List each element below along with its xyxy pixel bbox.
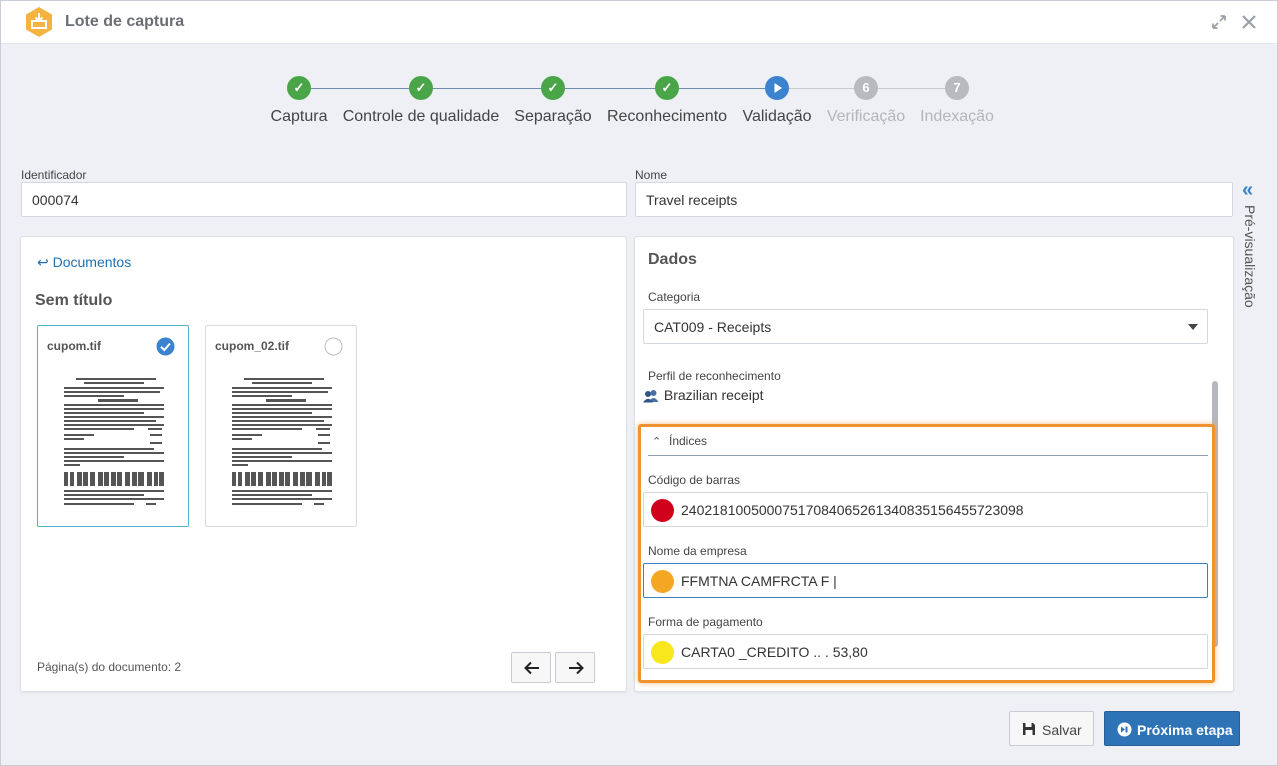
step-done-check-icon: ✓	[541, 76, 565, 100]
preview-toggle[interactable]: « Pré-visualização	[1239, 179, 1265, 319]
users-icon	[643, 390, 659, 403]
step-current-play-icon	[765, 76, 789, 100]
identificador-label: Identificador	[21, 168, 87, 182]
arrow-left-icon	[524, 661, 539, 675]
caret-down-icon	[1188, 324, 1198, 330]
progress-stepper: ✓ Captura ✓ Controle de qualidade ✓ Sepa…	[1, 75, 1277, 135]
next-step-button[interactable]: Próxima etapa	[1104, 711, 1240, 746]
inbox-tray-icon	[26, 7, 52, 37]
nome-label: Nome	[635, 168, 668, 182]
step-number: 6	[854, 76, 878, 100]
perfil-label: Perfil de reconhecimento	[648, 369, 781, 383]
step-label: Reconhecimento	[606, 108, 728, 125]
identificador-field[interactable]: 000074	[21, 182, 627, 217]
arrow-right-icon	[569, 661, 584, 675]
next-step-label: Próxima etapa	[1137, 722, 1233, 738]
step-label: Captura	[270, 108, 328, 125]
next-page-button[interactable]	[555, 652, 595, 683]
documents-panel: ↩ Documentos Sem título cupom.tif cupom_…	[20, 236, 627, 692]
nome-field[interactable]: Travel receipts	[635, 182, 1233, 217]
section-title: Sem título	[35, 292, 113, 309]
documents-link-label: Documentos	[52, 254, 132, 270]
categoria-select[interactable]: CAT009 - Receipts	[643, 309, 1208, 344]
step-done-check-icon: ✓	[409, 76, 433, 100]
page-count: Página(s) do documento: 2	[37, 660, 182, 674]
expand-icon[interactable]	[1210, 13, 1228, 31]
categoria-value: CAT009 - Receipts	[654, 319, 772, 335]
document-name: cupom.tif	[47, 339, 101, 353]
selected-check-icon[interactable]	[156, 337, 175, 356]
save-label: Salvar	[1042, 722, 1082, 738]
double-chevron-left-icon: «	[1242, 179, 1254, 201]
perfil-value: Brazilian receipt	[663, 387, 764, 403]
window-title: Lote de captura	[65, 13, 185, 30]
step-label: Verificação	[826, 108, 906, 125]
step-done-check-icon: ✓	[655, 76, 679, 100]
close-icon[interactable]	[1240, 13, 1258, 31]
preview-label: Pré-visualização	[1242, 205, 1258, 308]
document-name: cupom_02.tif	[215, 339, 290, 353]
capture-batch-window: Lote de captura ✓ Captura ✓ Controle de …	[0, 0, 1278, 766]
save-button[interactable]: Salvar	[1009, 711, 1094, 746]
document-card-cupom-02[interactable]: cupom_02.tif	[205, 325, 357, 527]
indices-highlight-frame	[638, 424, 1215, 683]
next-step-icon	[1117, 722, 1132, 737]
floppy-disk-icon	[1023, 723, 1035, 735]
data-panel-title: Dados	[648, 251, 697, 268]
stepper-line-done	[299, 88, 777, 89]
receipt-thumbnail	[232, 378, 332, 505]
step-label: Validação	[742, 108, 812, 125]
perfil-row: Brazilian receipt	[642, 387, 764, 403]
categoria-label: Categoria	[648, 290, 701, 304]
title-bar: Lote de captura	[1, 1, 1277, 44]
step-number: 7	[945, 76, 969, 100]
previous-page-button[interactable]	[511, 652, 551, 683]
document-card-cupom[interactable]: cupom.tif	[37, 325, 189, 527]
unselected-radio-icon[interactable]	[324, 337, 343, 356]
documents-back-link[interactable]: ↩ Documentos	[37, 254, 131, 271]
step-label: Separação	[514, 108, 592, 125]
receipt-thumbnail	[64, 378, 164, 505]
step-label: Controle de qualidade	[342, 108, 500, 125]
step-label: Indexação	[920, 108, 994, 125]
step-done-check-icon: ✓	[287, 76, 311, 100]
back-arrow-icon: ↩	[37, 254, 49, 270]
